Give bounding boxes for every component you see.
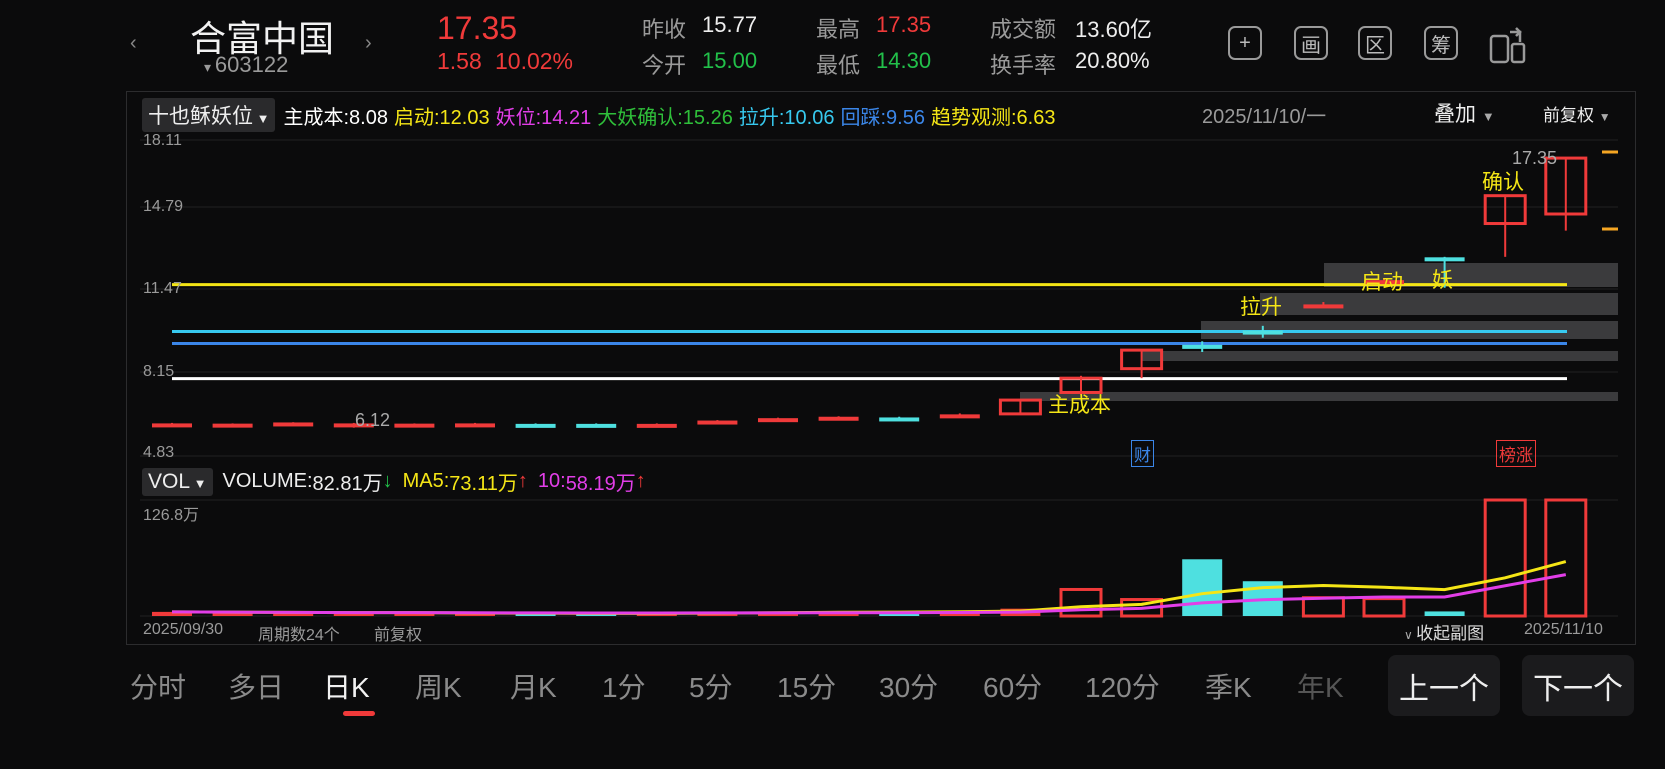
tab-period[interactable]: 分时 bbox=[130, 666, 186, 706]
tab-period[interactable]: 15分 bbox=[777, 666, 836, 706]
candle-body bbox=[1242, 330, 1283, 335]
candle-body bbox=[636, 423, 677, 428]
ma5-value: 73.11万 bbox=[449, 473, 518, 495]
candle-body bbox=[455, 423, 495, 428]
tab-period[interactable]: 多日 bbox=[228, 666, 284, 706]
ma5-arrow-icon: ↑ bbox=[517, 470, 528, 492]
candle-body bbox=[697, 420, 738, 425]
volume-arrow-icon: ↓ bbox=[382, 470, 393, 492]
volume-bar bbox=[1483, 498, 1527, 618]
prev-button[interactable]: 上一个 bbox=[1388, 655, 1500, 716]
volume-bar bbox=[1362, 597, 1406, 618]
volume-bar bbox=[1544, 498, 1588, 618]
candle-body bbox=[939, 414, 980, 419]
collapse-subchart-button[interactable]: ∨ 收起副图 bbox=[1404, 619, 1484, 644]
chart-start-date: 2025/09/30 bbox=[143, 621, 224, 638]
candle-body bbox=[394, 423, 435, 428]
chart-end-date: 2025/11/10 bbox=[1524, 621, 1603, 638]
tab-period[interactable]: 1分 bbox=[602, 666, 646, 706]
tab-period[interactable]: 季K bbox=[1205, 666, 1252, 706]
candle-body bbox=[152, 423, 192, 428]
tab-period[interactable]: 60分 bbox=[983, 666, 1042, 706]
candle-body bbox=[818, 416, 859, 421]
chart-adjust-label: 前复权 bbox=[374, 627, 423, 644]
candle-body bbox=[1303, 304, 1344, 309]
low-price-label: 6.12 bbox=[355, 410, 391, 430]
candle-body bbox=[1182, 344, 1223, 349]
finance-event-badge[interactable]: 财 bbox=[1131, 440, 1154, 467]
volume-bar bbox=[1424, 611, 1465, 616]
tab-period[interactable]: 年K bbox=[1297, 666, 1344, 706]
kline-chart[interactable] bbox=[0, 0, 1665, 769]
chip-band bbox=[1141, 351, 1618, 361]
price-axis-l3: 11.47 bbox=[143, 280, 182, 297]
chevron-down-icon: ∨ bbox=[1404, 628, 1417, 642]
price-axis-min: 4.83 bbox=[143, 444, 175, 461]
candle-body bbox=[1424, 257, 1465, 262]
candle-body bbox=[576, 423, 617, 428]
ranking-event-badge[interactable]: 榜涨 bbox=[1496, 440, 1536, 467]
candle-body bbox=[758, 418, 798, 423]
annotation-start: 启动 bbox=[1361, 271, 1403, 294]
candle-body bbox=[212, 423, 253, 428]
volume-bar bbox=[1182, 559, 1223, 616]
price-axis-l4: 8.15 bbox=[143, 363, 175, 380]
candle-body bbox=[515, 423, 556, 428]
active-tab-indicator bbox=[343, 711, 375, 716]
candle-body bbox=[879, 417, 920, 422]
tab-period[interactable]: 日K bbox=[323, 666, 370, 706]
volume-indicator-select[interactable]: VOL ▼ bbox=[142, 467, 213, 496]
ma-line bbox=[171, 573, 1567, 615]
period-count: 周期数24个 bbox=[258, 627, 340, 644]
ma5-label: MA5: bbox=[402, 470, 450, 492]
volume-bar bbox=[1059, 587, 1103, 618]
candle-body bbox=[273, 422, 314, 427]
ma10-value: 58.19万 bbox=[565, 473, 636, 495]
volume-axis-max: 126.8万 bbox=[143, 507, 200, 524]
volume-bar bbox=[1301, 596, 1345, 618]
volume-row: VOL ▼ VOLUME: 82.81万 ↓ MA5: 73.11万 ↑ 10:… bbox=[142, 467, 646, 496]
ma-line bbox=[171, 560, 1567, 615]
annotation-demon: 妖 bbox=[1432, 269, 1453, 292]
tab-period[interactable]: 30分 bbox=[879, 666, 938, 706]
tab-period[interactable]: 月K bbox=[510, 666, 557, 706]
tab-period[interactable]: 5分 bbox=[689, 666, 733, 706]
annotation-pull: 拉升 bbox=[1240, 296, 1282, 319]
price-axis-l2: 14.79 bbox=[143, 198, 184, 215]
volume-value: 82.81万 bbox=[312, 473, 383, 495]
volume-label: VOLUME: bbox=[222, 470, 313, 492]
annotation-confirm: 确认 bbox=[1482, 171, 1524, 194]
annotation-cost: 主成本 bbox=[1048, 394, 1111, 417]
next-button[interactable]: 下一个 bbox=[1522, 655, 1634, 716]
price-axis-max: 18.11 bbox=[143, 132, 182, 149]
chip-band bbox=[1260, 293, 1618, 315]
ma10-label: 10: bbox=[537, 470, 566, 492]
tab-period[interactable]: 120分 bbox=[1085, 666, 1160, 706]
ma10-arrow-icon: ↑ bbox=[635, 470, 646, 492]
tab-period[interactable]: 周K bbox=[415, 666, 462, 706]
